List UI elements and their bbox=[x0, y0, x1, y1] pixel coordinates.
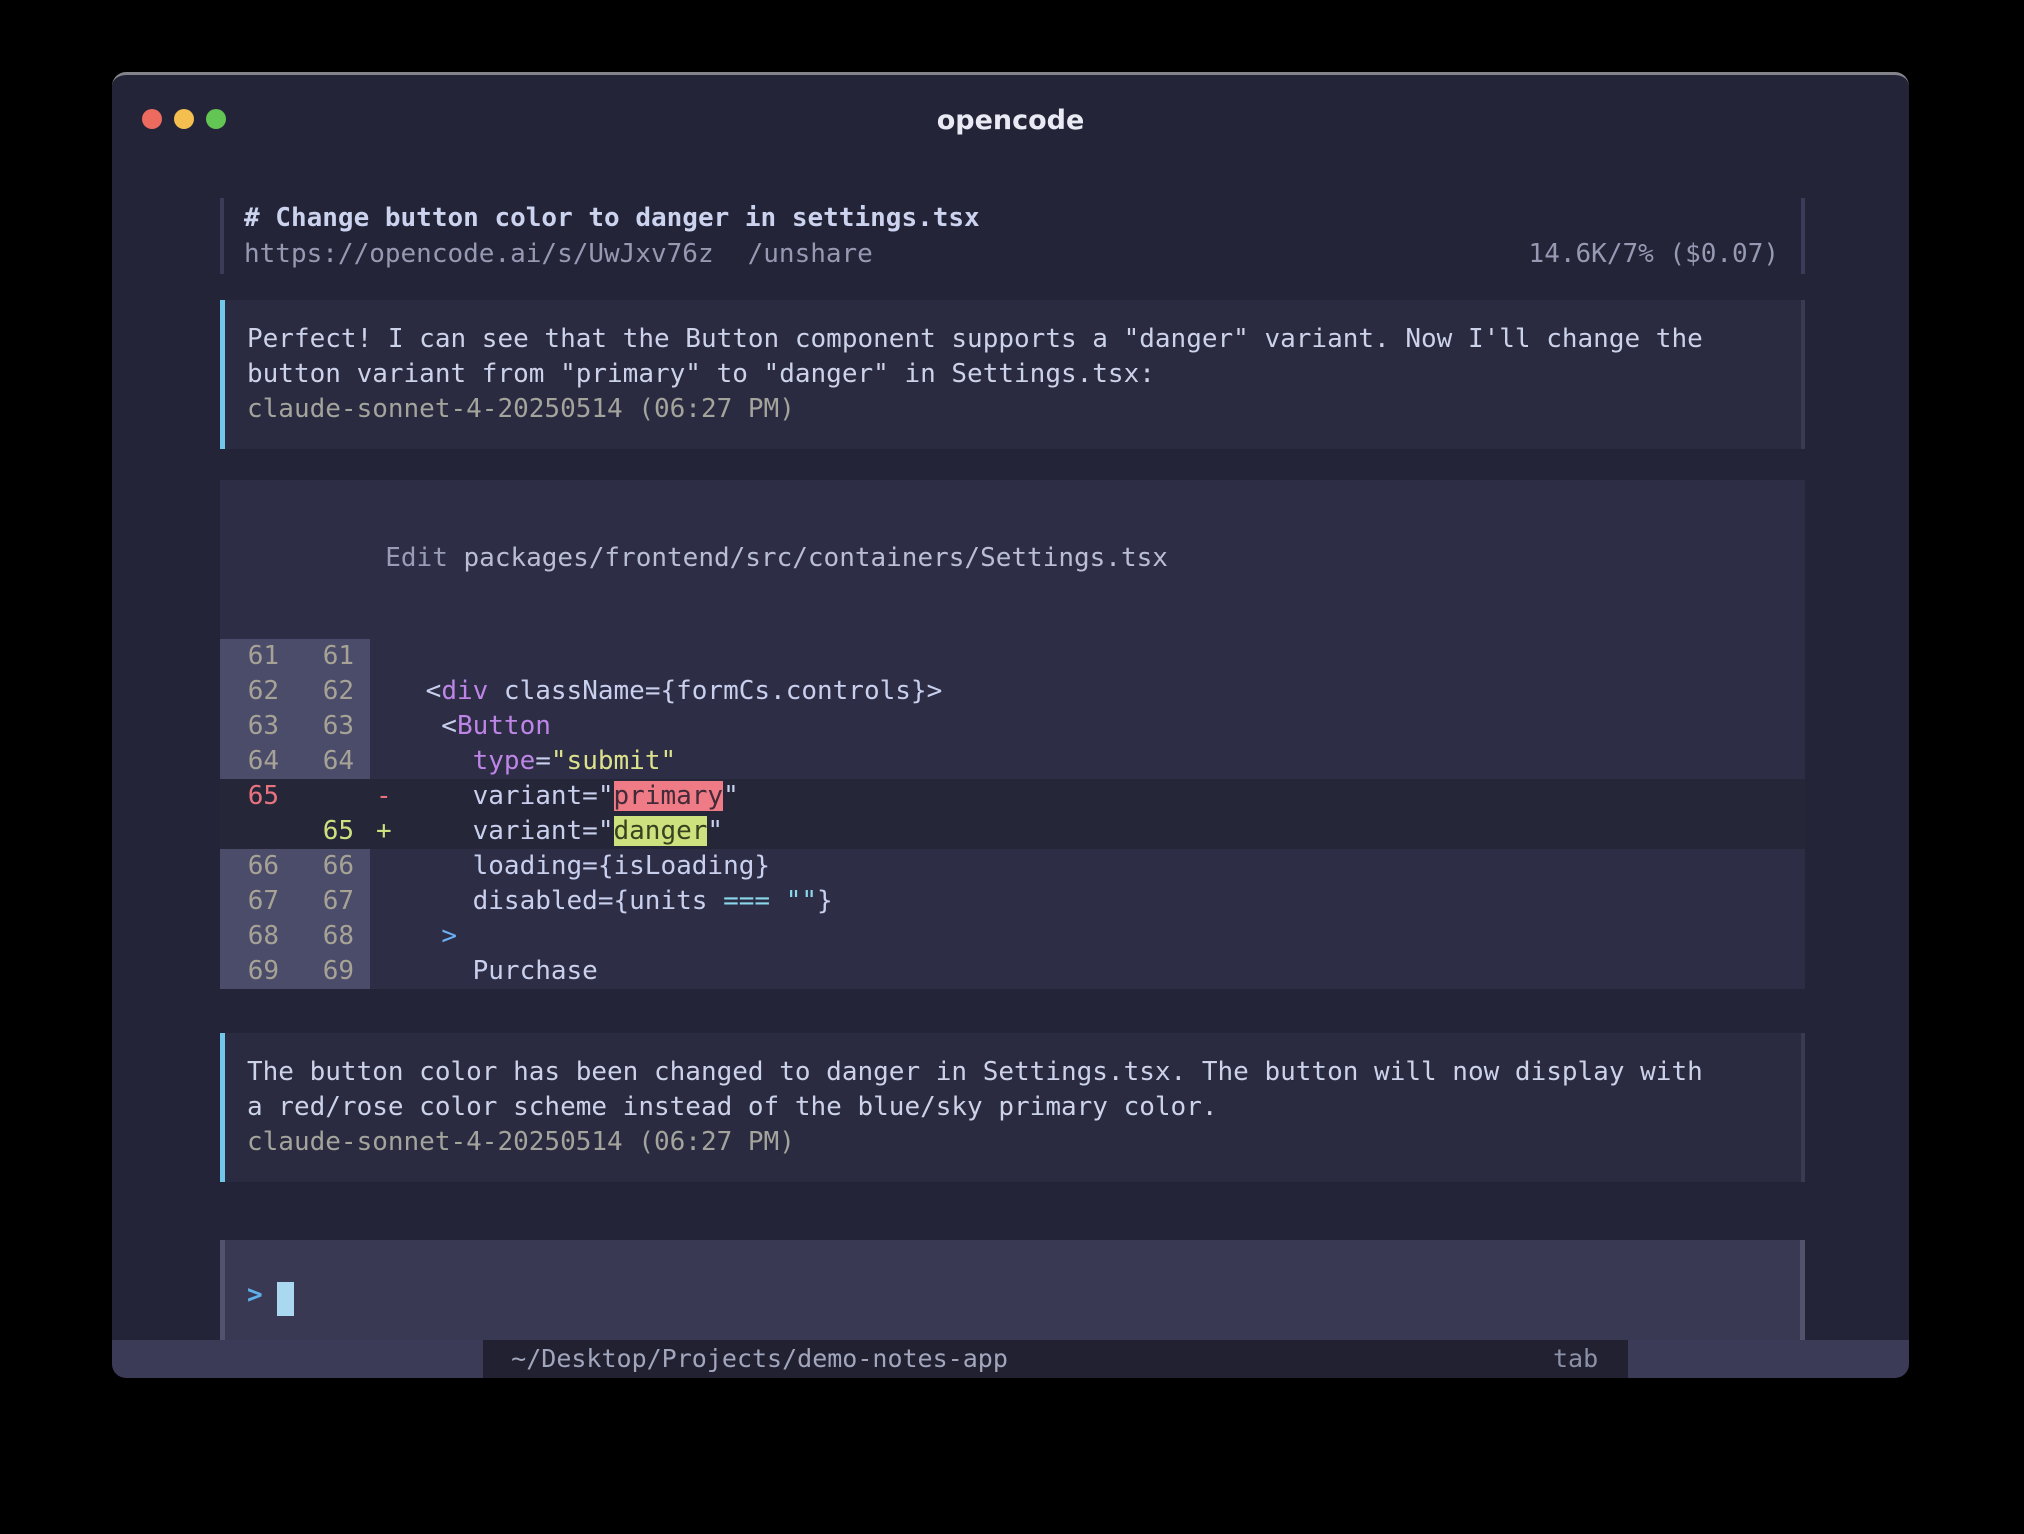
unshare-command[interactable]: /unshare bbox=[748, 239, 873, 269]
diff-marker bbox=[370, 884, 410, 919]
new-line-number: 65 bbox=[295, 814, 370, 849]
diff-row: 6868 > bbox=[220, 919, 1805, 954]
old-line-number: 66 bbox=[220, 849, 295, 884]
diff-row: 6363 <Button bbox=[220, 709, 1805, 744]
diff-code-line: Purchase bbox=[410, 954, 1805, 989]
diff-marker bbox=[370, 639, 410, 674]
edit-tool-header: Edit packages/frontend/src/containers/Se… bbox=[220, 506, 1805, 611]
prompt-symbol: > bbox=[247, 1280, 263, 1310]
old-line-number: 67 bbox=[220, 884, 295, 919]
statusbar: opencode v0.3.11 ~/Desktop/Projects/demo… bbox=[112, 1340, 1909, 1378]
message-line: The button color has been changed to dan… bbox=[247, 1055, 1777, 1090]
minimize-button[interactable] bbox=[174, 109, 194, 129]
new-line-number: 61 bbox=[295, 639, 370, 674]
message-meta: claude-sonnet-4-20250514 (06:27 PM) bbox=[247, 1125, 1777, 1160]
diff-row: 6464 type="submit" bbox=[220, 744, 1805, 779]
old-line-number: 64 bbox=[220, 744, 295, 779]
app-chip: opencode v0.3.11 bbox=[112, 1340, 483, 1378]
new-line-number: 68 bbox=[295, 919, 370, 954]
message-line: button variant from "primary" to "danger… bbox=[247, 357, 1777, 392]
prompt-input[interactable]: > bbox=[220, 1240, 1805, 1350]
diff: 61616262 <div className={formCs.controls… bbox=[220, 639, 1805, 989]
new-line-number: 64 bbox=[295, 744, 370, 779]
diff-marker bbox=[370, 849, 410, 884]
message-meta: claude-sonnet-4-20250514 (06:27 PM) bbox=[247, 392, 1777, 427]
share-url[interactable]: https://opencode.ai/s/UwJxv76z bbox=[244, 239, 714, 269]
diff-marker bbox=[370, 674, 410, 709]
old-line-number: 62 bbox=[220, 674, 295, 709]
diff-code-line bbox=[410, 639, 1805, 674]
mode-chip[interactable]: BUILD MODE bbox=[1628, 1340, 1909, 1378]
diff-marker bbox=[370, 954, 410, 989]
new-line-number: 63 bbox=[295, 709, 370, 744]
session-header: # Change button color to danger in setti… bbox=[220, 198, 1805, 274]
diff-row: 65 - variant="primary" bbox=[220, 779, 1805, 814]
diff-row: 6666 loading={isLoading} bbox=[220, 849, 1805, 884]
new-line-number: 66 bbox=[295, 849, 370, 884]
diff-row: 6161 bbox=[220, 639, 1805, 674]
diff-row: 6262 <div className={formCs.controls}> bbox=[220, 674, 1805, 709]
diff-row: 6767 disabled={units === ""} bbox=[220, 884, 1805, 919]
edit-action-label: Edit bbox=[385, 543, 463, 573]
diff-code-line: variant="primary" bbox=[410, 779, 1805, 814]
diff-marker bbox=[370, 744, 410, 779]
diff-code-line: loading={isLoading} bbox=[410, 849, 1805, 884]
old-line-number: 61 bbox=[220, 639, 295, 674]
chat-content: # Change button color to danger in setti… bbox=[220, 75, 1805, 1378]
diff-marker bbox=[370, 709, 410, 744]
cwd-path: ~/Desktop/Projects/demo-notes-app bbox=[483, 1340, 1008, 1378]
diff-code-line: <div className={formCs.controls}> bbox=[410, 674, 1805, 709]
message-line: Perfect! I can see that the Button compo… bbox=[247, 322, 1777, 357]
diff-marker bbox=[370, 919, 410, 954]
edit-tool-card: Edit packages/frontend/src/containers/Se… bbox=[220, 480, 1805, 989]
new-line-number bbox=[295, 779, 370, 814]
new-line-number: 69 bbox=[295, 954, 370, 989]
session-subheader: https://opencode.ai/s/UwJxv76z/unshare 1… bbox=[244, 236, 1779, 272]
old-line-number: 69 bbox=[220, 954, 295, 989]
edit-file-path: packages/frontend/src/containers/Setting… bbox=[464, 543, 1168, 573]
diff-code-line: <Button bbox=[410, 709, 1805, 744]
app-window: opencode # Change button color to danger… bbox=[112, 72, 1909, 1378]
diff-marker: - bbox=[370, 779, 410, 814]
message-line: a red/rose color scheme instead of the b… bbox=[247, 1090, 1777, 1125]
assistant-message: Perfect! I can see that the Button compo… bbox=[220, 300, 1805, 449]
traffic-lights bbox=[142, 109, 226, 129]
diff-code-line: > bbox=[410, 919, 1805, 954]
diff-row: 65+ variant="danger" bbox=[220, 814, 1805, 849]
tab-key-hint: tab bbox=[1553, 1340, 1622, 1378]
statusbar-spacer bbox=[1008, 1340, 1553, 1378]
diff-code-line: disabled={units === ""} bbox=[410, 884, 1805, 919]
diff-marker: + bbox=[370, 814, 410, 849]
diff-row: 6969 Purchase bbox=[220, 954, 1805, 989]
close-button[interactable] bbox=[142, 109, 162, 129]
text-cursor bbox=[277, 1282, 294, 1316]
old-line-number: 63 bbox=[220, 709, 295, 744]
new-line-number: 62 bbox=[295, 674, 370, 709]
session-title: # Change button color to danger in setti… bbox=[244, 200, 1779, 236]
diff-code-line: type="submit" bbox=[410, 744, 1805, 779]
header-right-bar bbox=[1801, 198, 1805, 274]
token-usage: 14.6K/7% ($0.07) bbox=[1529, 236, 1779, 272]
diff-code-line: variant="danger" bbox=[410, 814, 1805, 849]
old-line-number: 68 bbox=[220, 919, 295, 954]
session-header-main: # Change button color to danger in setti… bbox=[224, 198, 1801, 274]
assistant-message: The button color has been changed to dan… bbox=[220, 1033, 1805, 1182]
old-line-number: 65 bbox=[220, 779, 295, 814]
new-line-number: 67 bbox=[295, 884, 370, 919]
old-line-number bbox=[220, 814, 295, 849]
